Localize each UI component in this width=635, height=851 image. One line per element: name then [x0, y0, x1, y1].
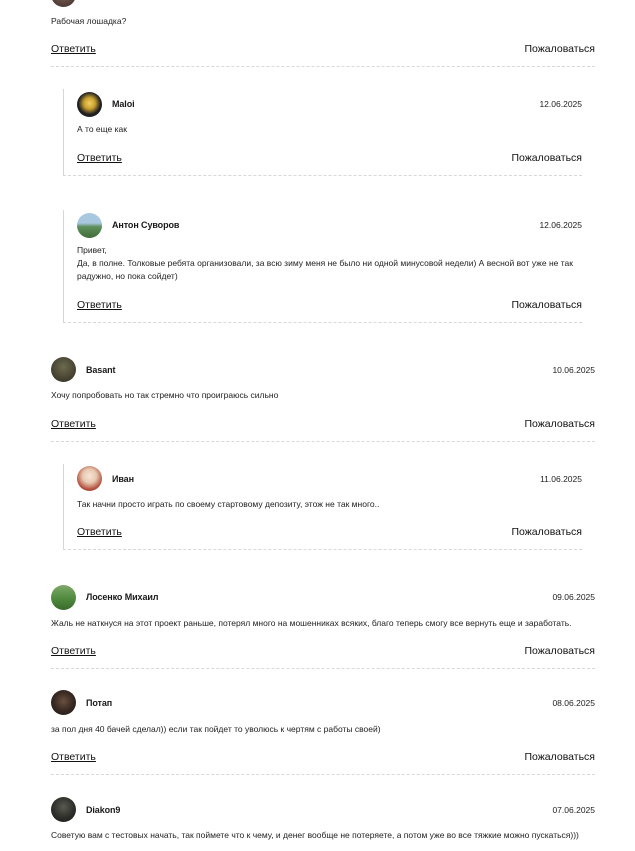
comment-date: 12.06.2025: [539, 220, 582, 230]
avatar: [51, 585, 76, 610]
comment-date: 09.06.2025: [552, 592, 595, 602]
report-link[interactable]: Пожаловаться: [524, 645, 595, 657]
comment-date: 08.06.2025: [552, 698, 595, 708]
comment-author[interactable]: Basant: [86, 365, 116, 375]
comment-author[interactable]: Антон Суворов: [112, 220, 179, 230]
comment-text: Советую вам с тестовых начать, так пойме…: [51, 830, 579, 840]
comment-separator: [51, 668, 595, 669]
comment-date: 07.06.2025: [552, 805, 595, 815]
reply-link[interactable]: Ответить: [77, 526, 122, 538]
avatar: [51, 0, 76, 7]
report-link[interactable]: Пожаловаться: [524, 751, 595, 763]
reply-thread-line: [63, 464, 64, 550]
comment-text: Так начни просто играть по своему старто…: [77, 499, 380, 509]
comment-author[interactable]: Maloi: [112, 99, 135, 109]
avatar: [77, 92, 102, 117]
reply-link[interactable]: Ответить: [77, 152, 122, 164]
comment-date: 12.06.2025: [539, 99, 582, 109]
avatar: [51, 690, 76, 715]
comment-author[interactable]: Иван: [112, 474, 134, 484]
comment-text: Жаль не наткнуся на этот проект раньше, …: [51, 618, 572, 628]
comment-author[interactable]: Diakon9: [86, 805, 120, 815]
reply-thread-line: [63, 89, 64, 175]
reply-thread-line: [63, 210, 64, 323]
reply-link[interactable]: Ответить: [51, 751, 96, 763]
reply-link[interactable]: Ответить: [51, 645, 96, 657]
avatar: [51, 797, 76, 822]
avatar: [77, 466, 102, 491]
reply-link[interactable]: Ответить: [77, 299, 122, 311]
comment-text: А то еще как: [77, 124, 127, 134]
comment-separator: [63, 549, 582, 550]
avatar: [51, 357, 76, 382]
comment-separator: [51, 441, 595, 442]
avatar: [77, 213, 102, 238]
comment-separator: [51, 66, 595, 67]
comment-text: Привет, Да, в полне. Толковые ребята орг…: [77, 245, 573, 281]
comment-author[interactable]: Потап: [86, 698, 112, 708]
comment-separator: [63, 175, 582, 176]
comment-text: Хочу попробовать но так стремно что прои…: [51, 390, 279, 400]
report-link[interactable]: Пожаловаться: [511, 526, 582, 538]
reply-link[interactable]: Ответить: [51, 43, 96, 55]
comment-separator: [63, 322, 582, 323]
report-link[interactable]: Пожаловаться: [524, 418, 595, 430]
report-link[interactable]: Пожаловаться: [511, 299, 582, 311]
report-link[interactable]: Пожаловаться: [511, 152, 582, 164]
comment-text: за пол дня 40 бачей сделал)) если так по…: [51, 724, 381, 734]
comment-date: 10.06.2025: [552, 365, 595, 375]
comment-author[interactable]: Лосенко Михаил: [86, 592, 159, 602]
report-link[interactable]: Пожаловаться: [524, 43, 595, 55]
comment-text: Рабочая лошадка?: [51, 16, 127, 26]
reply-link[interactable]: Ответить: [51, 418, 96, 430]
comment-separator: [51, 774, 595, 775]
comment-date: 11.06.2025: [540, 474, 582, 484]
